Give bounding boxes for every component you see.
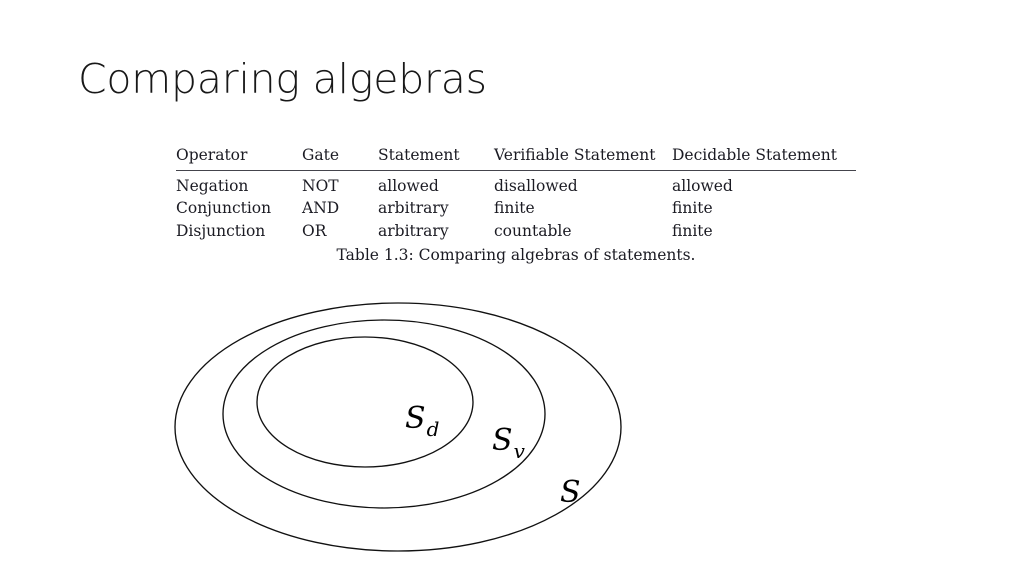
table-caption: Table 1.3: Comparing algebras of stateme… [336, 246, 696, 264]
cell-decidable-statement: allowed [672, 176, 733, 195]
cell-decidable-statement: finite [672, 221, 713, 240]
slide-canvas: Comparing algebras Operator Gate Stateme… [0, 0, 1024, 576]
column-header-operator: Operator [176, 146, 248, 164]
cell-gate: NOT [302, 176, 339, 195]
cell-verifiable-statement: disallowed [494, 176, 578, 195]
column-header-decidable-statement: Decidable Statement [672, 146, 837, 164]
cell-statement: arbitrary [378, 221, 449, 240]
table-header: Operator Gate Statement Verifiable State… [176, 144, 856, 171]
set-label-outer: S [560, 475, 581, 510]
column-header-statement: Statement [378, 146, 460, 164]
cell-gate: AND [302, 199, 340, 218]
ellipse-inner-set [256, 336, 474, 468]
cell-statement: arbitrary [378, 199, 449, 218]
cell-operator: Disjunction [176, 221, 266, 240]
cell-verifiable-statement: finite [494, 199, 535, 218]
cell-verifiable-statement: countable [494, 221, 572, 240]
cell-operator: Negation [176, 176, 249, 195]
page-title: Comparing algebras [78, 55, 487, 103]
comparison-table-container: Operator Gate Statement Verifiable State… [176, 144, 856, 242]
table-row: Conjunction AND arbitrary finite finite [176, 197, 856, 220]
set-label-middle: Sv [492, 423, 526, 463]
cell-gate: OR [302, 221, 327, 240]
comparison-table: Operator Gate Statement Verifiable State… [176, 144, 856, 242]
cell-operator: Conjunction [176, 199, 272, 218]
cell-statement: allowed [378, 176, 439, 195]
table-row: Negation NOT allowed disallowed allowed [176, 170, 856, 197]
table-body: Negation NOT allowed disallowed allowed … [176, 170, 856, 242]
nested-sets-diagram: Sd Sv S [160, 288, 640, 568]
column-header-gate: Gate [302, 146, 340, 164]
table-row: Disjunction OR arbitrary countable finit… [176, 220, 856, 243]
table-header-row: Operator Gate Statement Verifiable State… [176, 144, 856, 171]
set-label-inner: Sd [405, 401, 439, 441]
column-header-verifiable-statement: Verifiable Statement [494, 146, 656, 164]
cell-decidable-statement: finite [672, 199, 713, 218]
ellipse-middle-set [222, 319, 546, 509]
